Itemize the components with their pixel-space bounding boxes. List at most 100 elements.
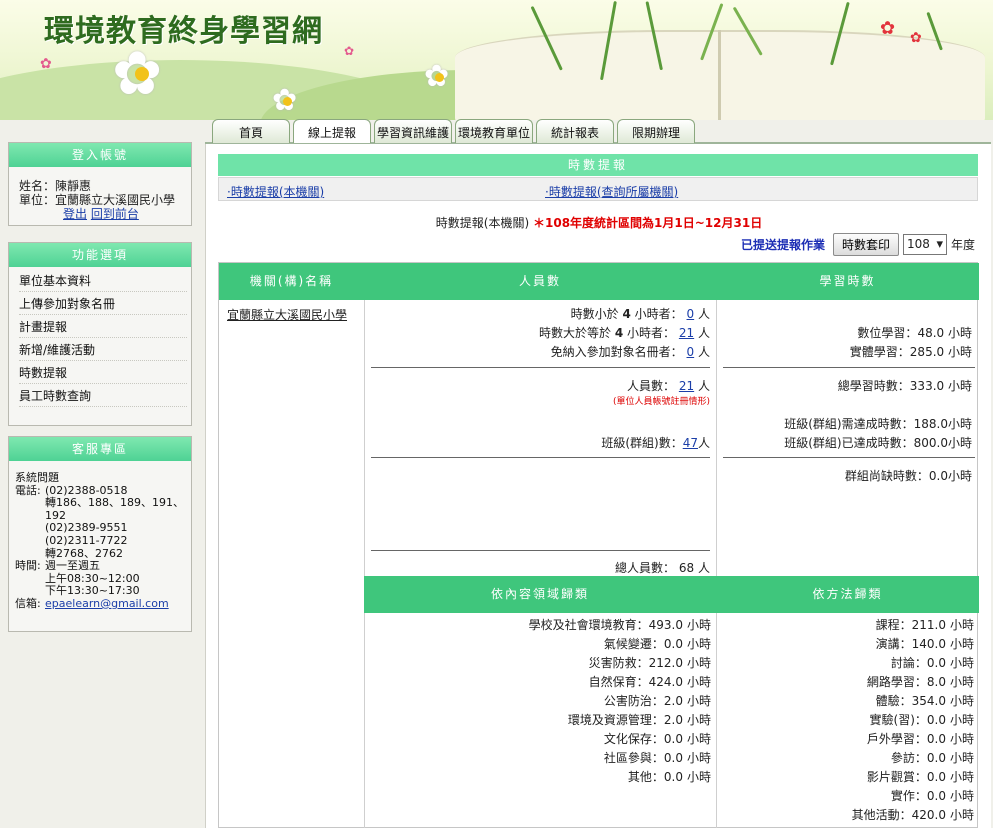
mail-link[interactable]: epaelearn@gmail.com [45, 597, 191, 611]
flower-icon: ✿ [910, 30, 922, 46]
hours-unit: 小時 [947, 469, 972, 483]
method-category-row: 實作：0.0 小時 [716, 787, 974, 806]
hours-unit: 小時 [686, 770, 711, 784]
flower-icon: ✿ [344, 44, 355, 58]
domain-category-value: 2.0 [663, 694, 683, 708]
logout-link[interactable]: 登出 [63, 207, 87, 221]
method-category-value: 140.0 [911, 637, 946, 651]
tab-learning-info[interactable]: 學習資訊維護 [374, 119, 452, 143]
method-category-label: 體驗： [875, 694, 912, 708]
class-count-value[interactable]: 47 [683, 436, 698, 450]
main-content: 時數提報 ·時數提報(本機關) ·時數提報(查詢所屬機關) 時數提報(本機關) … [205, 144, 991, 828]
method-category-label: 影片觀賞： [866, 770, 927, 784]
hours-unit: 小時 [949, 694, 974, 708]
domain-category-value: 0.0 [663, 637, 683, 651]
method-category-label: 參訪： [890, 751, 927, 765]
people-exempt-value[interactable]: 0 [687, 345, 695, 359]
people-ge4-value[interactable]: 21 [679, 326, 694, 340]
back-to-front-link[interactable]: 回到前台 [91, 207, 139, 221]
print-hours-button[interactable]: 時數套印 [832, 233, 899, 256]
tab-deadline[interactable]: 限期辦理 [617, 119, 695, 143]
method-category-value: 0.0 [926, 732, 946, 746]
col-header-people: 人員數 [364, 263, 716, 300]
domain-category-label: 自然保育： [588, 675, 649, 689]
domain-category-value: 0.0 [663, 751, 683, 765]
divider-line [371, 367, 710, 368]
hours-unit: 小時 [686, 637, 711, 651]
people-ge4-label: 時數大於等於 [539, 326, 612, 340]
domain-category-row: 公害防治：2.0 小時 [364, 692, 711, 711]
domain-category-row: 自然保育：424.0 小時 [364, 673, 711, 692]
people-exempt-label: 免納入參加對象名冊者： [550, 345, 683, 359]
menu-item-plan-report[interactable]: 計畫提報 [19, 315, 187, 338]
class-short-value: 0.0 [928, 469, 948, 483]
divider-line [723, 457, 975, 458]
digital-hours-value: 48.0 [917, 326, 945, 340]
phone-label: 電話: [15, 483, 41, 497]
hours-unit: 小時 [949, 808, 974, 822]
link-report-subordinate[interactable]: ·時數提報(查詢所屬機關) [545, 183, 678, 200]
main-tabs: 首頁 線上提報 學習資訊維護 環境教育單位 統計報表 限期辦理 [212, 119, 695, 143]
tab-statistics[interactable]: 統計報表 [536, 119, 614, 143]
hours-unit: 小時 [686, 751, 711, 765]
menu-item-hours-report[interactable]: 時數提報 [19, 361, 187, 384]
method-category-row: 網路學習：8.0 小時 [716, 673, 974, 692]
method-category-row: 參訪：0.0 小時 [716, 749, 974, 768]
tab-env-edu-units[interactable]: 環境教育單位 [455, 119, 533, 143]
menu-item-staff-hours[interactable]: 員工時數查詢 [19, 384, 187, 407]
method-category-value: 0.0 [926, 751, 946, 765]
people-lt4-value[interactable]: 0 [687, 307, 695, 321]
people-unit: 人 [697, 307, 710, 321]
domain-category-value: 424.0 [648, 675, 683, 689]
menu-item-upload-roster[interactable]: 上傳參加對象名冊 [19, 292, 187, 315]
hours-unit: 小時 [949, 637, 974, 651]
method-category-row: 課程：211.0 小時 [716, 616, 974, 635]
user-name: 陳靜惠 [55, 179, 92, 193]
hours-unit: 小時 [949, 789, 974, 803]
hours-unit: 小時 [947, 326, 972, 340]
class-need-value: 188.0 [913, 417, 948, 431]
phone-line: 轉186、188、189、191、 [45, 496, 184, 510]
method-category-label: 網路學習： [866, 675, 927, 689]
hours-unit: 小時 [686, 618, 711, 632]
class-done-row: 班級(群組)已達成時數：800.0小時 [784, 434, 972, 453]
method-category-label: 演講： [875, 637, 912, 651]
class-done-label: 班級(群組)已達成時數： [784, 436, 914, 450]
menu-item-unit-profile[interactable]: 單位基本資料 [19, 269, 187, 292]
physical-hours-label: 實體學習： [849, 345, 910, 359]
domain-category-label: 社區參與： [603, 751, 664, 765]
year-select[interactable]: 108 [902, 234, 947, 255]
hours-unit: 小時 [947, 417, 972, 431]
class-need-row: 班級(群組)需達成時數：188.0小時 [784, 415, 972, 434]
method-category-row: 其他活動：420.0 小時 [716, 806, 974, 825]
hours-unit: 小時 [949, 713, 974, 727]
col-divider [716, 300, 717, 576]
tab-home[interactable]: 首頁 [212, 119, 290, 143]
staff-count-label: 人員數： [627, 379, 676, 393]
tab-online-report[interactable]: 線上提報 [293, 119, 371, 143]
people-unit: 人 [697, 326, 710, 340]
mail-label: 信箱: [15, 596, 41, 610]
class-short-row: 群組尚缺時數：0.0小時 [845, 467, 972, 486]
method-category-value: 354.0 [911, 694, 946, 708]
hours-unit: 小時 [949, 770, 974, 784]
staff-count-value[interactable]: 21 [679, 379, 694, 393]
daisy-icon: ✿ [424, 62, 454, 92]
people-lt4-row: 時數小於 4 小時者： 0 人 [571, 305, 710, 324]
method-category-row: 影片觀賞：0.0 小時 [716, 768, 974, 787]
hours-unit: 小時 [686, 732, 711, 746]
org-name-link[interactable]: 宜蘭縣立大溪國民小學 [227, 306, 347, 323]
menu-item-manage-activities[interactable]: 新增/維護活動 [19, 338, 187, 361]
method-category-value: 0.0 [926, 770, 946, 784]
class-short-label: 群組尚缺時數： [844, 469, 929, 483]
domain-list: 學校及社會環境教育：493.0 小時 氣候變遷：0.0 小時 災害防救：212.0 小時自… [364, 616, 711, 787]
domain-category-value: 212.0 [648, 656, 683, 670]
link-report-self[interactable]: ·時數提報(本機關) [227, 183, 324, 200]
method-category-label: 其他活動： [851, 808, 912, 822]
domain-category-label: 氣候變遷： [603, 637, 664, 651]
customer-service-panel: 客服專區 系統問題 電話: (02)2388-0518 轉186、188、189… [8, 436, 192, 632]
col-header-domain: 依內容領域歸類 [364, 576, 716, 613]
method-category-value: 420.0 [911, 808, 946, 822]
domain-category-value: 2.0 [663, 713, 683, 727]
domain-category-row: 災害防救：212.0 小時 [364, 654, 711, 673]
